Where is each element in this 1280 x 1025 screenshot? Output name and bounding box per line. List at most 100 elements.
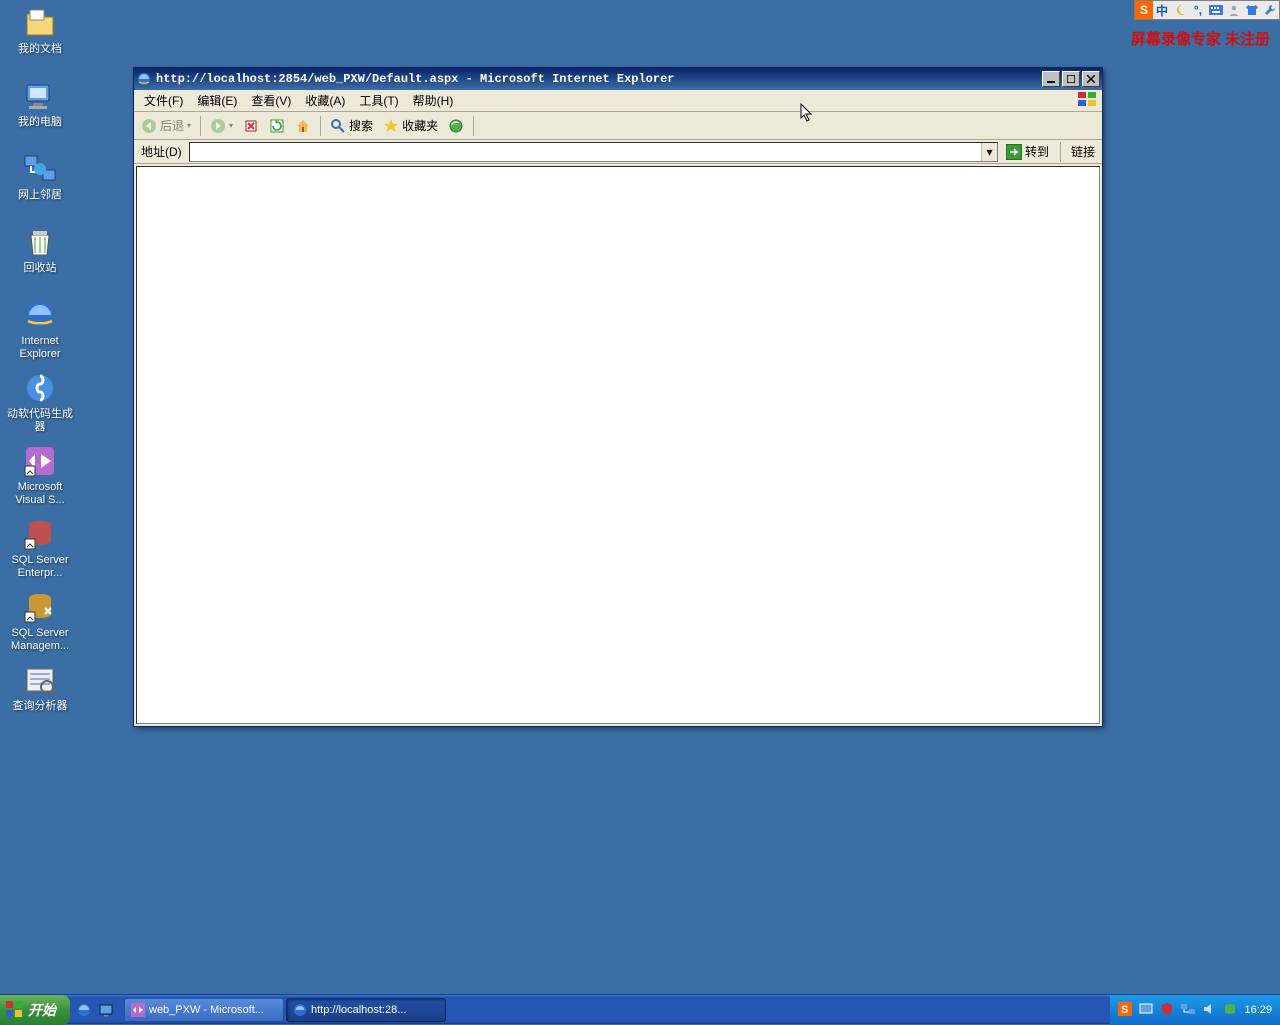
- desktop-icon-label: SQL Server Enterpr...: [5, 554, 75, 580]
- queryanalyzer-icon: [23, 663, 57, 697]
- ime-toolbar[interactable]: S 中 °,: [1134, 0, 1280, 20]
- refresh-icon: [269, 118, 285, 134]
- menu-edit[interactable]: 编辑(E): [190, 90, 244, 111]
- desktop-icon-label: 查询分析器: [13, 700, 68, 713]
- punct-icon[interactable]: °,: [1189, 1, 1207, 19]
- window-title: http://localhost:2854/web_PXW/Default.as…: [156, 72, 1040, 86]
- maximize-button[interactable]: [1062, 71, 1080, 87]
- favorites-button[interactable]: 收藏夹: [379, 115, 442, 137]
- back-button[interactable]: 后退 ▾: [137, 115, 195, 137]
- refresh-button[interactable]: [265, 115, 289, 137]
- address-bar: 地址(D) ▾ 转到 链接: [134, 140, 1102, 164]
- network-icon: [23, 152, 57, 186]
- shirt-icon[interactable]: [1243, 1, 1261, 19]
- desktop-icon-label: Internet Explorer: [5, 335, 75, 361]
- desktop-icon-sqlmgmt[interactable]: SQL Server Managem...: [2, 590, 78, 653]
- task-vs[interactable]: web_PXW - Microsoft...: [124, 998, 284, 1022]
- wrench-icon[interactable]: [1261, 1, 1279, 19]
- menubar: 文件(F) 编辑(E) 查看(V) 收藏(A) 工具(T) 帮助(H): [134, 90, 1102, 112]
- start-button[interactable]: 开始: [0, 995, 70, 1025]
- search-label: 搜索: [349, 117, 373, 134]
- separator: [1060, 142, 1061, 162]
- desktop-icon-sqlent[interactable]: SQL Server Enterpr...: [2, 517, 78, 580]
- go-arrow-icon: [1006, 144, 1022, 160]
- sqlent-icon: [23, 517, 57, 551]
- minimize-button[interactable]: [1042, 71, 1060, 87]
- taskbar: 开始 web_PXW - Microsoft... http://localho…: [0, 994, 1280, 1024]
- desktop-icon-label: 我的电脑: [18, 116, 62, 129]
- tray-volume-icon[interactable]: [1202, 1002, 1218, 1018]
- desktop-icon-label: 动软代码生成器: [5, 408, 75, 434]
- menu-view[interactable]: 查看(V): [244, 90, 298, 111]
- desktop-icon-vs[interactable]: Microsoft Visual S...: [2, 444, 78, 507]
- stop-icon: [243, 118, 259, 134]
- desktop-icon-queryanalyzer[interactable]: 查询分析器: [2, 663, 78, 713]
- codegen-icon: [23, 371, 57, 405]
- menu-tools[interactable]: 工具(T): [352, 90, 405, 111]
- history-button[interactable]: [444, 115, 468, 137]
- desktop-icon-mydocs[interactable]: 我的文档: [2, 6, 78, 56]
- desktop-icon-ie[interactable]: Internet Explorer: [2, 298, 78, 361]
- task-ie[interactable]: http://localhost:28...: [286, 998, 446, 1022]
- desktop-icon-label: Microsoft Visual S...: [5, 481, 75, 507]
- back-icon: [141, 118, 157, 134]
- tray-sql-icon[interactable]: [1223, 1002, 1239, 1018]
- keyboard-icon[interactable]: [1207, 1, 1225, 19]
- menu-file[interactable]: 文件(F): [137, 90, 190, 111]
- ime-zh-icon[interactable]: 中: [1153, 1, 1171, 19]
- windows-logo-icon: [6, 1001, 24, 1019]
- vs-icon: [131, 1003, 145, 1017]
- links-label[interactable]: 链接: [1067, 143, 1099, 160]
- desktop-icon-network[interactable]: 网上邻居: [2, 152, 78, 202]
- home-icon: [295, 118, 311, 134]
- search-button[interactable]: 搜索: [326, 115, 377, 137]
- ie-logo-icon: [136, 71, 152, 87]
- desktop-icon-mycomputer[interactable]: 我的电脑: [2, 79, 78, 129]
- quick-launch: [74, 1000, 116, 1020]
- back-label: 后退: [160, 117, 184, 134]
- windows-flag-icon: [1078, 92, 1098, 108]
- menu-favorites[interactable]: 收藏(A): [298, 90, 352, 111]
- tray-network-icon[interactable]: [1181, 1002, 1197, 1018]
- tray-monitor-icon[interactable]: [1139, 1002, 1155, 1018]
- titlebar[interactable]: http://localhost:2854/web_PXW/Default.as…: [134, 68, 1102, 90]
- page-content: [136, 166, 1100, 724]
- ql-desktop[interactable]: [96, 1000, 116, 1020]
- desktop-icon-label: SQL Server Managem...: [5, 627, 75, 653]
- go-label: 转到: [1025, 143, 1049, 160]
- task-label: http://localhost:28...: [311, 1004, 406, 1016]
- tray-sogou-icon[interactable]: S: [1118, 1002, 1134, 1018]
- desktop-icon-label: 回收站: [24, 262, 57, 275]
- chevron-down-icon: ▾: [187, 121, 191, 130]
- system-tray[interactable]: S 16:29: [1110, 995, 1280, 1025]
- history-icon: [448, 118, 464, 134]
- vs-icon: [23, 444, 57, 478]
- recycle-icon: [23, 225, 57, 259]
- sqlmgmt-icon: [23, 590, 57, 624]
- forward-button[interactable]: ▾: [206, 115, 237, 137]
- address-input[interactable]: ▾: [189, 142, 998, 162]
- ie-small-icon: [293, 1003, 307, 1017]
- address-dropdown[interactable]: ▾: [981, 143, 997, 161]
- separator: [473, 116, 474, 136]
- mydocs-icon: [23, 6, 57, 40]
- moon-icon[interactable]: [1171, 1, 1189, 19]
- forward-icon: [210, 118, 226, 134]
- go-button[interactable]: 转到: [1001, 142, 1054, 162]
- person-icon[interactable]: [1225, 1, 1243, 19]
- clock[interactable]: 16:29: [1244, 1004, 1272, 1016]
- stop-button[interactable]: [239, 115, 263, 137]
- close-button[interactable]: [1082, 71, 1100, 87]
- desktop-icon-recycle[interactable]: 回收站: [2, 225, 78, 275]
- ime-s-icon[interactable]: S: [1135, 1, 1153, 19]
- address-label: 地址(D): [137, 143, 186, 160]
- task-buttons: web_PXW - Microsoft... http://localhost:…: [124, 998, 446, 1022]
- home-button[interactable]: [291, 115, 315, 137]
- search-icon: [330, 118, 346, 134]
- desktop-icon-codegen[interactable]: 动软代码生成器: [2, 371, 78, 434]
- toolbar: 后退 ▾ ▾ 搜索 收藏夹: [134, 112, 1102, 140]
- menu-help[interactable]: 帮助(H): [406, 90, 461, 111]
- separator: [200, 116, 201, 136]
- ql-ie[interactable]: [74, 1000, 94, 1020]
- tray-shield-icon[interactable]: [1160, 1002, 1176, 1018]
